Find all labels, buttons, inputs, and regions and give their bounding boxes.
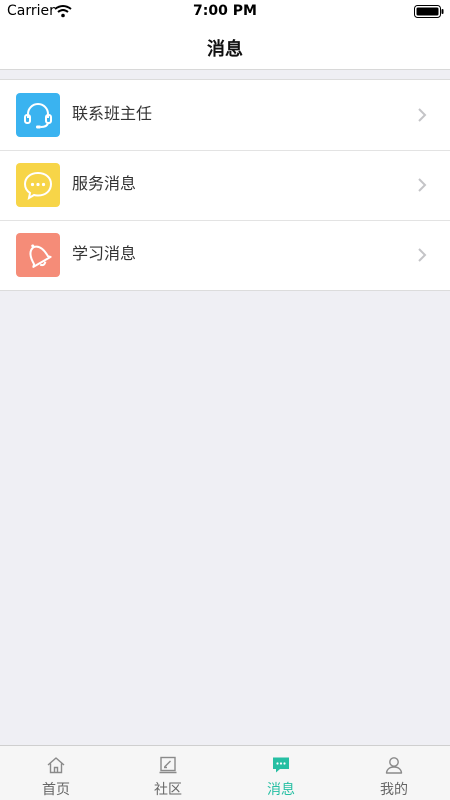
list-item-label: 联系班主任 <box>72 104 153 123</box>
tab-bar: 首页 社区 消息 我的 <box>0 745 450 800</box>
list-item-contact-teacher[interactable]: 联系班主任 <box>0 80 450 150</box>
tab-messages[interactable]: 消息 <box>225 746 337 800</box>
status-bar: Carrier 7:00 PM <box>0 0 450 24</box>
message-list: 联系班主任 服务消息 学习消息 <box>0 79 450 291</box>
page-title: 消息 <box>207 39 243 60</box>
tab-label: 我的 <box>380 782 408 798</box>
chevron-right-icon <box>418 108 427 122</box>
home-icon <box>47 757 65 774</box>
message-icon <box>273 757 289 773</box>
tab-label: 首页 <box>42 782 70 798</box>
chevron-right-icon <box>418 178 427 192</box>
profile-icon <box>385 757 403 774</box>
status-time: 7:00 PM <box>193 3 257 19</box>
tab-label: 社区 <box>154 782 182 798</box>
battery-icon <box>414 5 444 18</box>
chat-bubble-icon <box>16 163 60 207</box>
chevron-right-icon <box>418 248 427 262</box>
tab-label: 消息 <box>267 782 295 798</box>
list-item-service-messages[interactable]: 服务消息 <box>0 150 450 220</box>
bell-icon <box>16 233 60 277</box>
community-icon <box>159 756 177 774</box>
list-item-label: 服务消息 <box>72 174 137 193</box>
headset-icon <box>16 93 60 137</box>
tab-community[interactable]: 社区 <box>112 746 224 800</box>
list-item-label: 学习消息 <box>72 244 137 263</box>
list-item-study-messages[interactable]: 学习消息 <box>0 220 450 290</box>
navigation-bar: 消息 <box>0 24 450 70</box>
tab-home[interactable]: 首页 <box>0 746 112 800</box>
tab-profile[interactable]: 我的 <box>338 746 450 800</box>
